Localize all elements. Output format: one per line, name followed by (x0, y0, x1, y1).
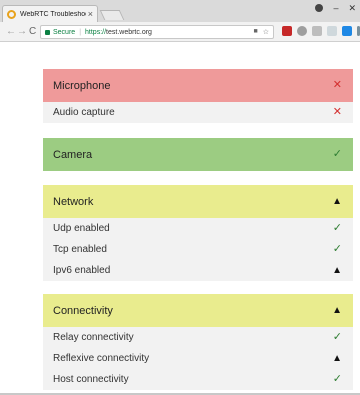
camera-header[interactable]: Camera ✓ (43, 138, 353, 171)
extension-gray-icon[interactable] (297, 26, 307, 36)
test-row-audio-capture: Audio capture ✕ (43, 102, 353, 123)
fail-icon: ✕ (332, 79, 342, 91)
back-button[interactable]: ← (6, 26, 16, 38)
section-title: Connectivity (53, 304, 113, 317)
tab-close-icon[interactable]: × (88, 9, 93, 19)
check-icon: ✓ (332, 331, 342, 343)
warning-icon: ▲ (332, 352, 342, 364)
section-title: Microphone (53, 79, 111, 92)
camera-icon[interactable]: ■ (253, 28, 257, 36)
check-icon: ✓ (332, 148, 342, 160)
extension-icons (282, 26, 360, 36)
warning-icon: ▲ (332, 304, 342, 316)
network-header[interactable]: Network ▲ (43, 185, 353, 218)
section-title: Network (53, 195, 94, 208)
network-section: Network ▲ Udp enabled ✓ Tcp enabled ✓ Ip… (43, 185, 353, 281)
extension-cloud-icon[interactable] (327, 26, 337, 36)
check-icon: ✓ (332, 243, 342, 255)
reload-button[interactable]: C (29, 26, 36, 38)
camera-section: Camera ✓ (43, 138, 353, 171)
omnibox-separator: | (79, 28, 82, 36)
warning-icon: ▲ (332, 264, 342, 276)
section-title: Camera (53, 148, 93, 161)
test-row-ipv6-enabled: Ipv6 enabled ▲ (43, 260, 353, 281)
test-label: Relay connectivity (53, 332, 134, 343)
webrtc-favicon-icon (7, 9, 16, 19)
user-profile-icon[interactable] (315, 4, 324, 12)
check-icon: ✓ (332, 373, 342, 385)
microphone-section: Microphone ✕ Audio capture ✕ (43, 69, 353, 123)
lock-icon (45, 29, 50, 35)
test-label: Udp enabled (53, 223, 110, 234)
extension-red-icon[interactable] (282, 26, 292, 36)
omnibox-actions: ■ ☆ (253, 28, 269, 36)
fail-icon: ✕ (332, 106, 342, 118)
test-label: Audio capture (53, 107, 115, 118)
url-scheme: https:// (85, 28, 107, 36)
connectivity-header[interactable]: Connectivity ▲ (43, 294, 353, 327)
minimize-button[interactable]: – (333, 2, 338, 14)
test-label: Tcp enabled (53, 244, 107, 255)
tab-title: WebRTC Troubleshooter (20, 10, 86, 18)
forward-button[interactable]: → (17, 26, 27, 38)
test-row-host-connectivity: Host connectivity ✓ (43, 369, 353, 390)
extension-shield-icon[interactable] (312, 26, 322, 36)
secure-label: Secure (53, 28, 76, 36)
test-row-udp-enabled: Udp enabled ✓ (43, 218, 353, 239)
browser-toolbar: ← → C Secure | https:// test.webrtc.org … (0, 22, 360, 42)
test-row-relay-connectivity: Relay connectivity ✓ (43, 327, 353, 348)
test-label: Reflexive connectivity (53, 353, 150, 364)
window-controls: – ✕ (315, 2, 356, 14)
test-row-tcp-enabled: Tcp enabled ✓ (43, 239, 353, 260)
bookmark-star-icon[interactable]: ☆ (263, 28, 269, 36)
new-tab-button[interactable] (99, 10, 125, 20)
extension-blue-icon[interactable] (342, 26, 352, 36)
test-label: Ipv6 enabled (53, 265, 111, 276)
url-host: test.webrtc.org (106, 28, 152, 36)
connectivity-section: Connectivity ▲ Relay connectivity ✓ Refl… (43, 294, 353, 390)
browser-tab[interactable]: WebRTC Troubleshooter × (2, 5, 98, 22)
tab-strip: WebRTC Troubleshooter × – ✕ (0, 0, 360, 22)
warning-icon: ▲ (332, 195, 342, 207)
microphone-header[interactable]: Microphone ✕ (43, 69, 353, 102)
address-bar[interactable]: Secure | https:// test.webrtc.org ■ ☆ (40, 25, 274, 39)
check-icon: ✓ (332, 222, 342, 234)
test-row-reflexive-connectivity: Reflexive connectivity ▲ (43, 348, 353, 369)
close-window-button[interactable]: ✕ (348, 2, 356, 14)
test-label: Host connectivity (53, 374, 129, 385)
